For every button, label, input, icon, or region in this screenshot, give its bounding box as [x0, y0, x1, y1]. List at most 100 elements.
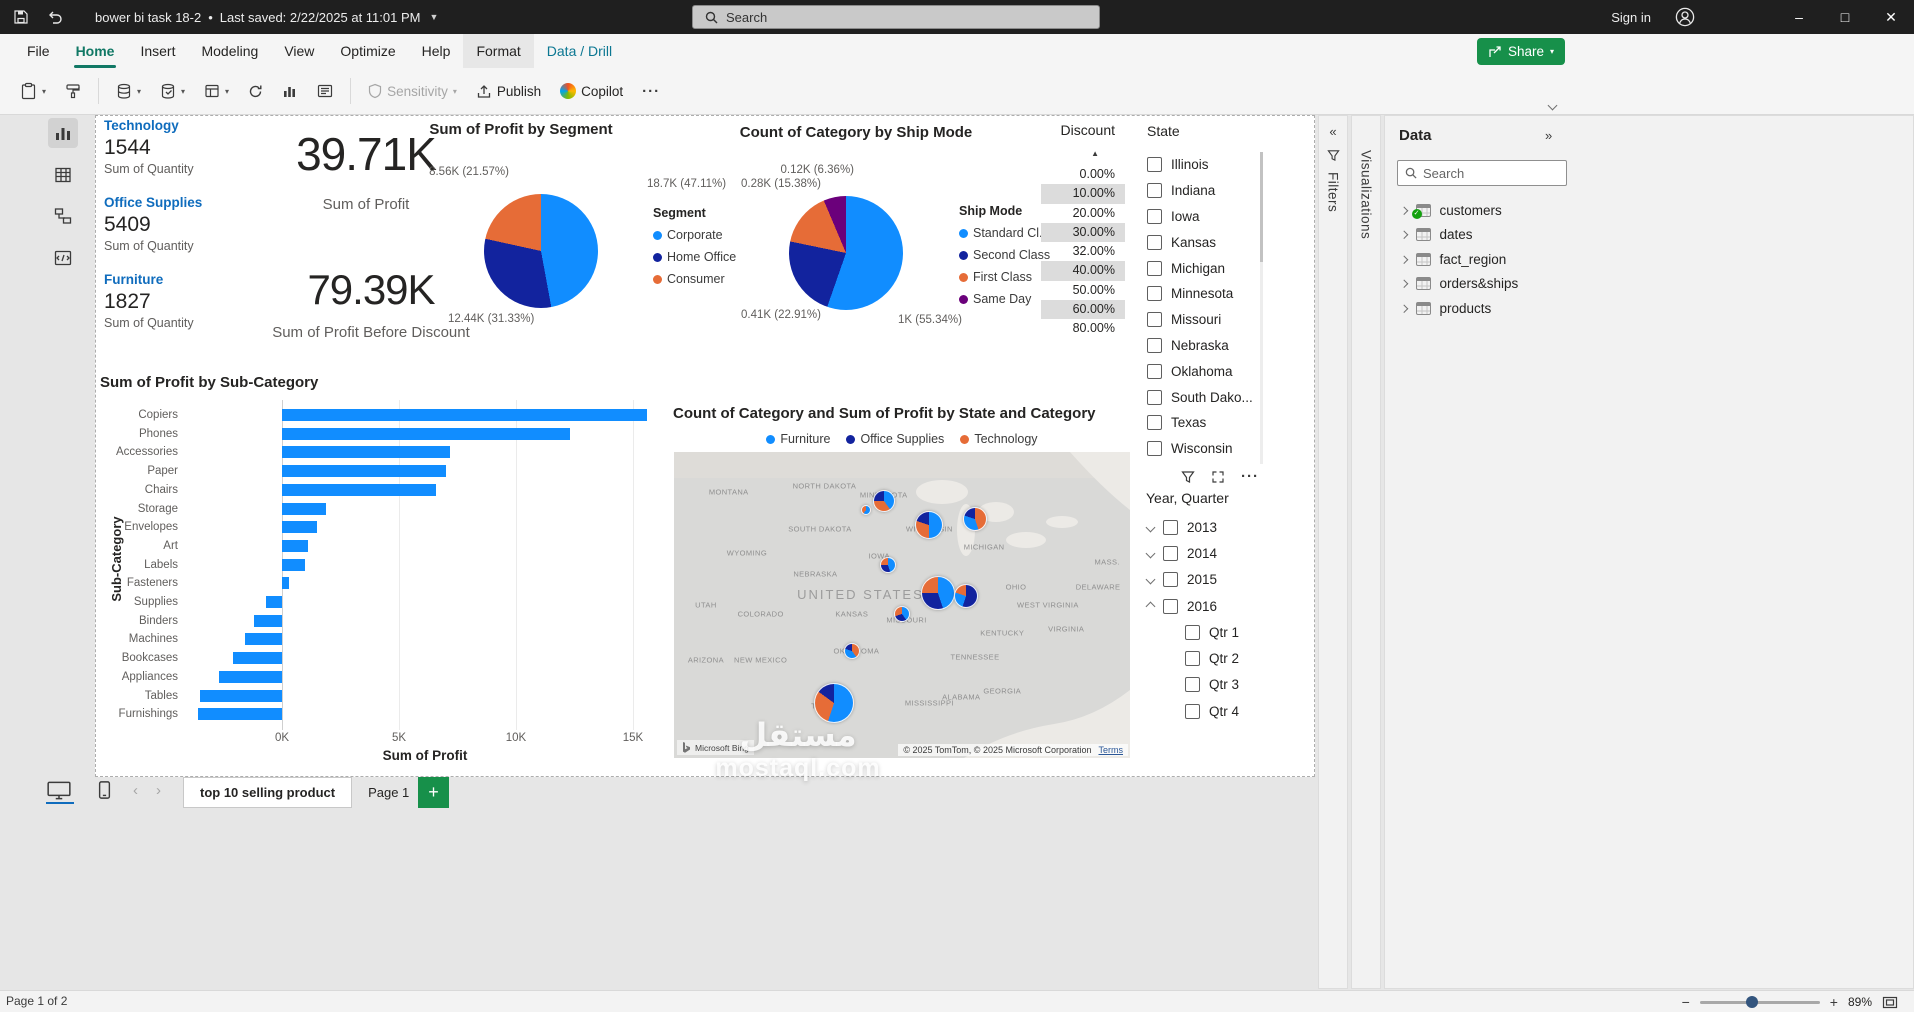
discount-option-10-00[interactable]: 10.00%: [1041, 184, 1125, 204]
ribbon-tab-optimize[interactable]: Optimize: [327, 34, 408, 68]
ribbon-tab-data-drill[interactable]: Data / Drill: [534, 34, 625, 68]
chevron-right-icon[interactable]: [1399, 230, 1408, 239]
legend-item-office-supplies[interactable]: Office Supplies: [846, 432, 944, 446]
checkbox[interactable]: [1185, 651, 1200, 667]
bar-binders[interactable]: [253, 614, 282, 627]
sign-in-link[interactable]: Sign in: [1611, 0, 1651, 34]
new-page-button[interactable]: +: [418, 777, 449, 808]
expand-pane-icon[interactable]: «: [1329, 124, 1336, 139]
discount-option-20-00[interactable]: 20.00%: [1041, 204, 1125, 223]
bar-supplies[interactable]: [265, 596, 282, 608]
bar-bookcases[interactable]: [232, 652, 282, 665]
focus-mode-icon[interactable]: [1211, 470, 1225, 484]
share-button[interactable]: Share ▾: [1477, 38, 1566, 65]
legend-item-same-day[interactable]: Same Day: [959, 292, 1050, 306]
discount-option-50-00[interactable]: 50.00%: [1041, 281, 1125, 300]
ribbon-tab-file[interactable]: File: [14, 34, 63, 68]
data-table-customers[interactable]: ✓ customers: [1385, 198, 1583, 223]
paste-button[interactable]: ▾: [12, 73, 54, 109]
ribbon-tab-format[interactable]: Format: [463, 34, 534, 68]
text-box-button[interactable]: [309, 73, 341, 109]
ribbon-tab-home[interactable]: Home: [63, 34, 128, 68]
checkbox[interactable]: [1147, 234, 1162, 250]
discount-option-0-00[interactable]: 0.00%: [1041, 165, 1125, 184]
discount-option-80-00[interactable]: 80.00%: [1041, 319, 1125, 338]
checkbox[interactable]: [1147, 337, 1162, 353]
checkbox[interactable]: [1185, 624, 1200, 640]
bar-machines[interactable]: [244, 633, 282, 646]
sensitivity-button[interactable]: Sensitivity ▾: [360, 73, 465, 109]
legend-item-corporate[interactable]: Corporate: [653, 228, 736, 242]
shipmode-pie[interactable]: [789, 196, 903, 310]
year-option-qtr-3[interactable]: Qtr 3: [1141, 672, 1301, 698]
report-canvas-page[interactable]: Technology 1544 Sum of Quantity Office S…: [95, 115, 1315, 777]
model-view-button[interactable]: [48, 201, 78, 231]
close-button[interactable]: ✕: [1868, 0, 1914, 34]
checkbox[interactable]: [1163, 598, 1178, 614]
map-pie-marker[interactable]: [915, 511, 944, 540]
data-search-input[interactable]: [1423, 165, 1553, 181]
year-option-2013[interactable]: 2013: [1141, 514, 1301, 540]
data-table-products[interactable]: products: [1385, 296, 1583, 321]
collapse-ribbon-button[interactable]: [1547, 96, 1558, 114]
undo-icon[interactable]: [40, 0, 70, 34]
year-option-2016[interactable]: 2016: [1141, 593, 1301, 619]
minimize-button[interactable]: –: [1776, 0, 1822, 34]
year-option-2015[interactable]: 2015: [1141, 567, 1301, 593]
dax-query-view-button[interactable]: [48, 243, 78, 273]
collapse-pane-icon[interactable]: »: [1545, 128, 1552, 143]
refresh-button[interactable]: [240, 73, 271, 109]
copilot-button[interactable]: Copilot: [552, 73, 631, 109]
state-option-minnesota[interactable]: Minnesota: [1141, 281, 1265, 307]
bing-logo[interactable]: Microsoft Bing: [677, 740, 754, 755]
filter-icon[interactable]: [1181, 470, 1195, 484]
state-option-missouri[interactable]: Missouri: [1141, 307, 1265, 333]
checkbox[interactable]: [1147, 312, 1162, 328]
checkbox[interactable]: [1147, 389, 1162, 405]
map-pie-marker[interactable]: [921, 575, 956, 610]
format-painter-button[interactable]: [57, 73, 89, 109]
bar-accessories[interactable]: [282, 446, 451, 459]
bar-labels[interactable]: [282, 558, 306, 571]
year-quarter-slicer-visual[interactable]: Year, Quarter 2013 2014 2015 2016 Qtr 1 Qtr 2…: [1141, 488, 1301, 734]
checkbox[interactable]: [1185, 703, 1200, 719]
checkbox[interactable]: [1163, 545, 1178, 561]
save-icon[interactable]: [6, 0, 36, 34]
map-pie-marker[interactable]: [880, 557, 897, 574]
more-options-icon[interactable]: ···: [1241, 468, 1259, 485]
state-option-texas[interactable]: Texas: [1141, 410, 1265, 436]
state-option-oklahoma[interactable]: Oklahoma: [1141, 358, 1265, 384]
bar-paper[interactable]: [282, 465, 446, 478]
publish-button[interactable]: Publish: [468, 73, 549, 109]
scrollbar-thumb[interactable]: [1260, 152, 1263, 262]
new-visual-button[interactable]: [274, 73, 306, 109]
legend-item-furniture[interactable]: Furniture: [766, 432, 830, 446]
chevron-down-icon[interactable]: [1145, 548, 1156, 559]
state-option-michigan[interactable]: Michigan: [1141, 255, 1265, 281]
desktop-layout-button[interactable]: [46, 780, 72, 800]
dataset-button[interactable]: ▾: [152, 73, 193, 109]
bar-phones[interactable]: [282, 427, 570, 440]
data-table-orders-ships[interactable]: orders&ships: [1385, 272, 1583, 297]
state-option-illinois[interactable]: Illinois: [1141, 152, 1265, 178]
discount-option-40-00[interactable]: 40.00%: [1041, 261, 1125, 281]
state-option-iowa[interactable]: Iowa: [1141, 204, 1265, 230]
bar-storage[interactable]: [282, 502, 327, 515]
pie-chart-segment-visual[interactable]: Sum of Profit by Segment 8.56K (21.57%) …: [396, 116, 746, 371]
discount-option-60-00[interactable]: 60.00%: [1041, 300, 1125, 320]
legend-item-consumer[interactable]: Consumer: [653, 272, 736, 286]
bar-fasteners[interactable]: [282, 577, 290, 590]
checkbox[interactable]: [1185, 677, 1200, 693]
checkbox[interactable]: [1147, 183, 1162, 199]
checkbox[interactable]: [1147, 415, 1162, 431]
legend-item-first-class[interactable]: First Class: [959, 270, 1050, 284]
map-pie-marker[interactable]: [962, 507, 987, 532]
chevron-down-icon[interactable]: [1145, 574, 1156, 585]
transform-data-button[interactable]: ▾: [196, 73, 237, 109]
data-search-box[interactable]: [1397, 160, 1567, 186]
maximize-button[interactable]: □: [1822, 0, 1868, 34]
segment-pie[interactable]: [484, 194, 598, 308]
map-pie-marker[interactable]: [894, 606, 910, 623]
zoom-slider-thumb[interactable]: [1745, 995, 1758, 1008]
ribbon-tab-modeling[interactable]: Modeling: [188, 34, 271, 68]
